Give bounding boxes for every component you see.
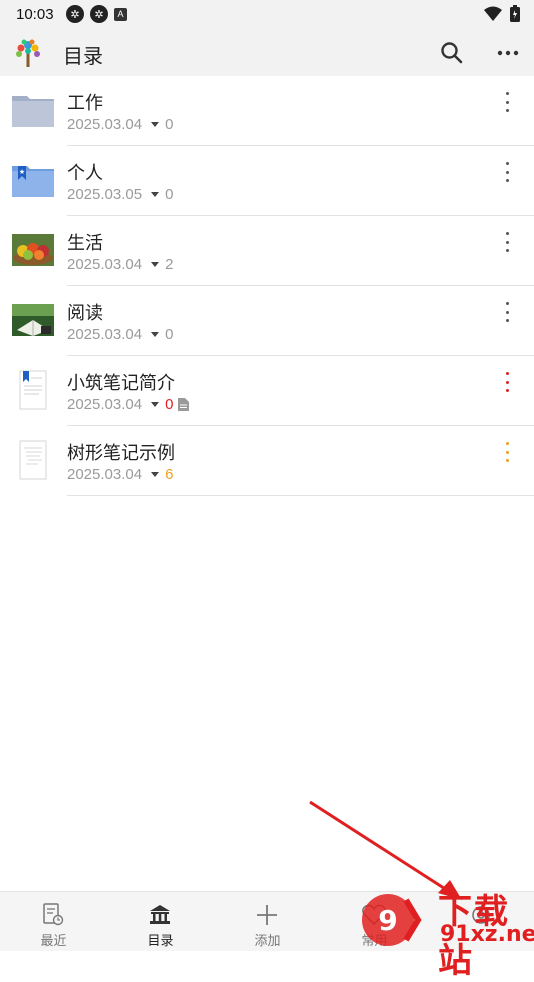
item-count: 0 (165, 396, 174, 413)
item-meta: 2025.03.04 2 (67, 256, 173, 273)
caret-down-icon[interactable] (151, 332, 160, 337)
status-notification-icons: ✲ ✲ A (66, 5, 127, 23)
item-menu-icon[interactable] (496, 230, 518, 254)
nav-library[interactable]: 目录 (107, 892, 214, 951)
caret-down-icon[interactable] (151, 402, 160, 407)
list-item[interactable]: 小筑笔记简介 2025.03.04 0 (0, 356, 534, 426)
item-meta: 2025.03.04 0 (67, 396, 190, 413)
sync-icon: ✲ (66, 5, 84, 23)
item-date: 2025.03.04 (67, 396, 143, 413)
reading-photo-icon (12, 304, 54, 336)
status-system-icons (484, 5, 520, 22)
tree-logo-icon (16, 39, 40, 67)
item-date: 2025.03.04 (67, 116, 143, 133)
list-item[interactable]: ★ 个人 2025.03.05 0 (0, 146, 534, 216)
fruit-photo-icon (12, 234, 54, 266)
wifi-icon (484, 6, 502, 21)
item-date: 2025.03.04 (67, 326, 143, 343)
watermark-url: 91xz.net (440, 922, 534, 947)
item-date: 2025.03.05 (67, 186, 143, 203)
document-icon (178, 398, 190, 411)
svg-text:9: 9 (378, 904, 397, 937)
sync-icon-2: ✲ (90, 5, 108, 23)
status-time: 10:03 (16, 6, 54, 23)
item-menu-icon[interactable] (496, 90, 518, 114)
item-date: 2025.03.04 (67, 466, 143, 483)
item-menu-icon[interactable] (496, 440, 518, 464)
item-count: 0 (165, 116, 174, 133)
item-count: 2 (165, 256, 174, 273)
recent-icon (43, 903, 64, 926)
nav-label: 最近 (40, 933, 67, 948)
page-title: 目录 (63, 46, 103, 68)
list-item[interactable]: 生活 2025.03.04 2 (0, 216, 534, 286)
notebook-list: 工作 2025.03.04 0 ★ 个人 2025.03.05 0 生活 202… (0, 76, 534, 496)
item-name: 小筑笔记简介 (67, 373, 175, 393)
app-bar: 目录 (0, 30, 534, 76)
library-icon (150, 905, 170, 924)
more-options-icon[interactable] (494, 39, 522, 67)
item-count: 0 (165, 326, 174, 343)
folder-blue-icon: ★ (12, 166, 54, 197)
nav-add[interactable]: 添加 (214, 892, 321, 951)
caret-down-icon[interactable] (151, 472, 160, 477)
item-name: 阅读 (67, 303, 103, 323)
divider (67, 495, 534, 496)
plus-icon (257, 905, 277, 925)
list-item[interactable]: 阅读 2025.03.04 0 (0, 286, 534, 356)
nav-label: 添加 (254, 933, 281, 948)
item-name: 工作 (67, 93, 103, 113)
item-menu-icon[interactable] (496, 370, 518, 394)
a-badge-icon: A (114, 7, 127, 21)
item-name: 个人 (67, 163, 103, 183)
list-item[interactable]: 工作 2025.03.04 0 (0, 76, 534, 146)
nav-recent[interactable]: 最近 (0, 892, 107, 951)
status-bar: 10:03 ✲ ✲ A (0, 0, 534, 30)
item-count: 0 (165, 186, 174, 203)
item-menu-icon[interactable] (496, 160, 518, 184)
caret-down-icon[interactable] (151, 122, 160, 127)
item-count: 6 (165, 466, 174, 483)
item-meta: 2025.03.05 0 (67, 186, 173, 203)
item-name: 生活 (67, 233, 103, 253)
doc-icon (19, 440, 47, 480)
svg-text:★: ★ (19, 168, 25, 176)
dots-horizontal-icon (497, 50, 519, 56)
item-name: 树形笔记示例 (67, 443, 175, 463)
nav-label: 目录 (147, 933, 174, 948)
folder-gray-icon (12, 96, 54, 127)
item-meta: 2025.03.04 6 (67, 466, 173, 483)
item-meta: 2025.03.04 0 (67, 326, 173, 343)
battery-icon (510, 5, 520, 22)
list-item[interactable]: 树形笔记示例 2025.03.04 6 (0, 426, 534, 496)
caret-down-icon[interactable] (151, 262, 160, 267)
caret-down-icon[interactable] (151, 192, 160, 197)
item-meta: 2025.03.04 0 (67, 116, 173, 133)
item-menu-icon[interactable] (496, 300, 518, 324)
search-icon[interactable] (438, 39, 466, 67)
item-date: 2025.03.04 (67, 256, 143, 273)
doc-bookmark-icon (19, 370, 47, 410)
